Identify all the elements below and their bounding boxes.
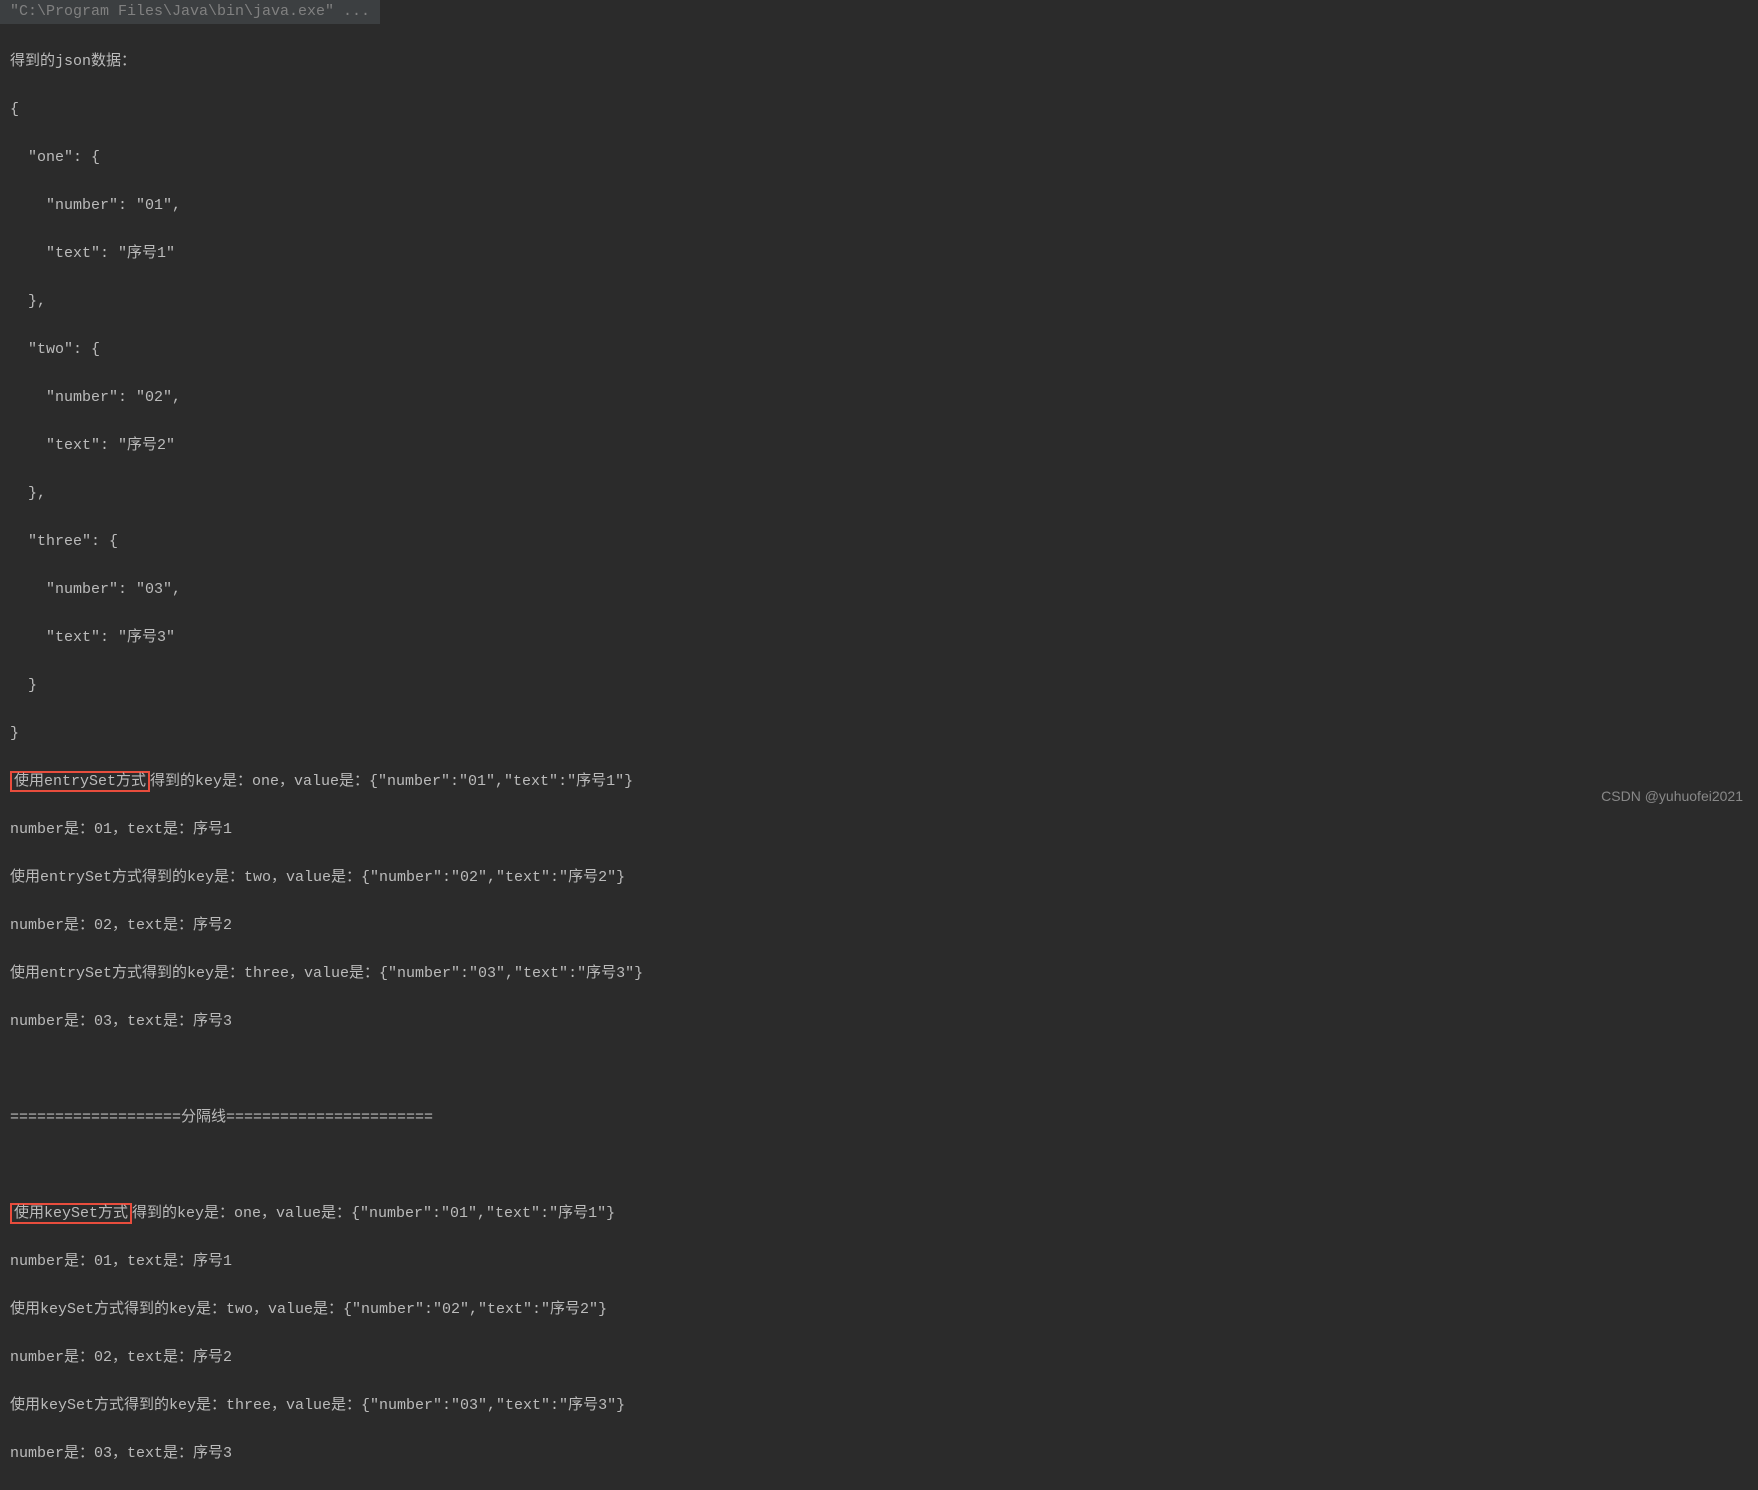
json-line: "number": "02", bbox=[10, 386, 1748, 410]
entryset-rest: 得到的key是：one，value是：{"number":"01","text"… bbox=[150, 773, 633, 790]
json-header-line: 得到的json数据： bbox=[10, 50, 1748, 74]
entryset-line-1: 使用entrySet方式得到的key是：one，value是：{"number"… bbox=[10, 770, 1748, 794]
json-line: }, bbox=[10, 290, 1748, 314]
keyset-line-2: 使用keySet方式得到的key是：two，value是：{"number":"… bbox=[10, 1298, 1748, 1322]
json-line: "number": "01", bbox=[10, 194, 1748, 218]
entryset-result-1: number是：01，text是：序号1 bbox=[10, 818, 1748, 842]
separator-line: ===================分隔线==================… bbox=[10, 1106, 1748, 1130]
entryset-line-2: 使用entrySet方式得到的key是：two，value是：{"number"… bbox=[10, 866, 1748, 890]
keyset-result-3: number是：03，text是：序号3 bbox=[10, 1442, 1748, 1466]
keyset-line-1: 使用keySet方式得到的key是：one，value是：{"number":"… bbox=[10, 1202, 1748, 1226]
json-line: "number": "03", bbox=[10, 578, 1748, 602]
json-line: { bbox=[10, 98, 1748, 122]
json-line: "text": "序号3" bbox=[10, 626, 1748, 650]
keyset-line-3: 使用keySet方式得到的key是：three，value是：{"number"… bbox=[10, 1394, 1748, 1418]
entryset-result-3: number是：03，text是：序号3 bbox=[10, 1010, 1748, 1034]
entryset-line-3: 使用entrySet方式得到的key是：three，value是：{"numbe… bbox=[10, 962, 1748, 986]
json-line: }, bbox=[10, 482, 1748, 506]
blank-line bbox=[10, 1154, 1748, 1178]
json-line: } bbox=[10, 674, 1748, 698]
keyset-result-1: number是：01，text是：序号1 bbox=[10, 1250, 1748, 1274]
json-line: } bbox=[10, 722, 1748, 746]
command-header: "C:\Program Files\Java\bin\java.exe" ... bbox=[0, 0, 380, 24]
entryset-highlight: 使用entrySet方式 bbox=[10, 771, 150, 792]
json-line: "two": { bbox=[10, 338, 1748, 362]
keyset-rest: 得到的key是：one，value是：{"number":"01","text"… bbox=[132, 1205, 615, 1222]
json-line: "one": { bbox=[10, 146, 1748, 170]
watermark: CSDN @yuhuofei2021 bbox=[1601, 785, 1743, 807]
json-line: "text": "序号1" bbox=[10, 242, 1748, 266]
blank-line bbox=[10, 1058, 1748, 1082]
json-line: "three": { bbox=[10, 530, 1748, 554]
keyset-highlight: 使用keySet方式 bbox=[10, 1203, 132, 1224]
keyset-result-2: number是：02，text是：序号2 bbox=[10, 1346, 1748, 1370]
json-line: "text": "序号2" bbox=[10, 434, 1748, 458]
entryset-result-2: number是：02，text是：序号2 bbox=[10, 914, 1748, 938]
console-output: 得到的json数据： { "one": { "number": "01", "t… bbox=[0, 26, 1758, 1490]
